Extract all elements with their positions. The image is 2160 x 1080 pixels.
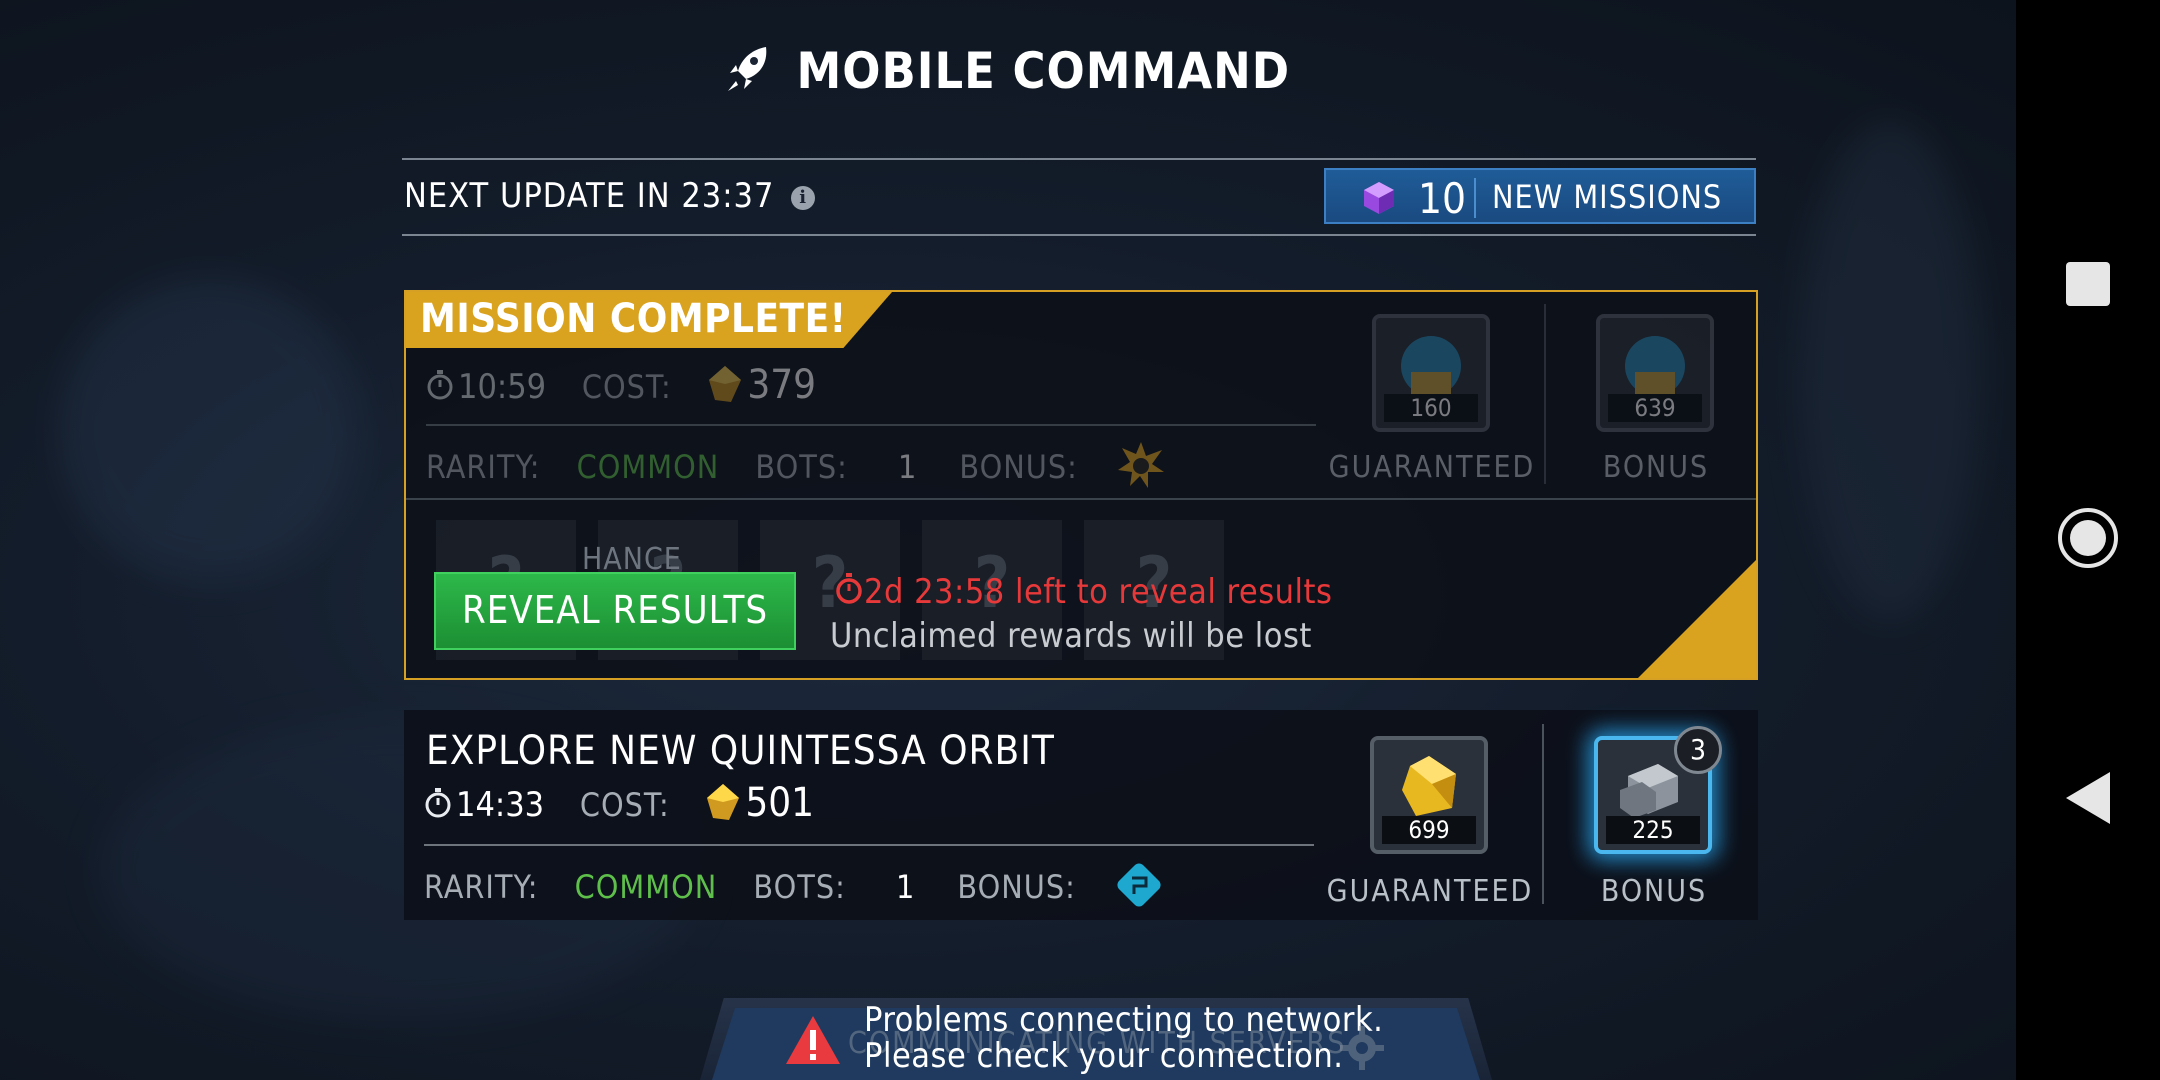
reveal-timer: 2d 23:58 left to reveal results	[834, 572, 1332, 614]
guaranteed-count: 699	[1382, 816, 1476, 844]
energon-icon	[707, 784, 740, 829]
rarity-label: RARITY:	[426, 448, 541, 486]
guaranteed-label: GUARANTEED	[1326, 874, 1534, 909]
bonus-count: 639	[1608, 394, 1702, 422]
cost-value: 501	[745, 780, 815, 826]
clock-icon	[424, 787, 452, 827]
cost-label: COST:	[581, 368, 672, 406]
completed-mission-card[interactable]: MISSION COMPLETE! 10:59 COST: 379 RARITY…	[404, 290, 1758, 680]
divider	[424, 844, 1314, 846]
back-button[interactable]	[2066, 772, 2110, 824]
rocket-icon	[726, 45, 770, 105]
cost-value: 379	[747, 362, 817, 408]
energon-icon	[709, 366, 742, 411]
bonus-label: BONUS:	[957, 868, 1076, 906]
system-nav-bar	[2016, 0, 2160, 1080]
bonus-label: BONUS	[1600, 874, 1708, 909]
gear-icon	[1340, 1026, 1384, 1074]
bonus-reward[interactable]: 225 3	[1594, 726, 1722, 854]
next-update: NEXT UPDATE IN 23:37 i	[404, 176, 816, 216]
cost-label: COST:	[579, 786, 670, 824]
reveal-timer-text: 2d 23:58 left to reveal results	[864, 572, 1333, 612]
warning-icon	[784, 1014, 842, 1070]
page-title-text: MOBILE COMMAND	[796, 42, 1291, 100]
divider	[406, 498, 1756, 500]
circuit-bonus-icon	[1116, 862, 1162, 916]
purple-gem-icon	[1362, 181, 1396, 219]
guaranteed-reward[interactable]: 160	[1372, 314, 1490, 432]
mission-time: 10:59	[458, 367, 547, 407]
bots-label: BOTS:	[755, 448, 848, 486]
bonus-reward[interactable]: 639	[1596, 314, 1714, 432]
new-missions-label: NEW MISSIONS	[1492, 178, 1723, 216]
home-button[interactable]	[2058, 508, 2118, 568]
rarity-value: COMMON	[574, 868, 718, 906]
explosion-bonus-icon	[1117, 442, 1164, 496]
next-update-label: NEXT UPDATE IN 23:37	[404, 176, 775, 216]
corner-accent	[1638, 560, 1756, 678]
bonus-label: BONUS:	[959, 448, 1078, 486]
mission-complete-banner: MISSION COMPLETE!	[406, 292, 892, 348]
update-bar: NEXT UPDATE IN 23:37 i 10 NEW MISSIONS	[402, 158, 1756, 236]
mission-complete-text: MISSION COMPLETE!	[420, 296, 847, 342]
mission-info-row: 14:33 COST: 501	[424, 780, 814, 829]
bonus-count-badge: 3	[1674, 726, 1722, 774]
page-title: MOBILE COMMAND	[0, 42, 2016, 105]
mission-time: 14:33	[456, 785, 545, 825]
divider	[1474, 178, 1476, 218]
bots-label: BOTS:	[753, 868, 846, 906]
clock-icon	[426, 369, 454, 409]
rarity-row: RARITY: COMMON BOTS: 1 BONUS:	[424, 862, 1162, 916]
rarity-row: RARITY: COMMON BOTS: 1 BONUS:	[426, 442, 1164, 496]
recent-apps-button[interactable]	[2066, 262, 2110, 306]
guaranteed-count: 160	[1384, 394, 1478, 422]
mission-info-row: 10:59 COST: 379	[426, 362, 816, 411]
guaranteed-reward[interactable]: 699	[1370, 736, 1488, 854]
rarity-value: COMMON	[576, 448, 720, 486]
network-error-line1: Problems connecting to network.	[864, 1000, 1384, 1040]
rarity-label: RARITY:	[424, 868, 539, 906]
info-icon[interactable]: i	[791, 185, 816, 210]
bots-value: 1	[895, 868, 916, 906]
bots-value: 1	[897, 448, 918, 486]
reveal-note: Unclaimed rewards will be lost	[830, 616, 1312, 656]
mission-title: EXPLORE NEW QUINTESSA ORBIT	[426, 728, 1055, 774]
divider	[426, 424, 1316, 426]
bonus-count: 225	[1606, 816, 1700, 844]
mission-card[interactable]: EXPLORE NEW QUINTESSA ORBIT 14:33 COST: …	[404, 710, 1758, 920]
reveal-results-button[interactable]: REVEAL RESULTS	[434, 572, 796, 650]
network-error-line2: Please check your connection.	[864, 1036, 1344, 1076]
red-clock-icon	[834, 573, 864, 614]
new-missions-count: 10	[1418, 174, 1467, 223]
bonus-label: BONUS	[1602, 450, 1710, 485]
new-missions-button[interactable]: 10 NEW MISSIONS	[1324, 168, 1756, 224]
guaranteed-label: GUARANTEED	[1328, 450, 1536, 485]
network-error-message: Problems connecting to network. Please c…	[864, 1002, 1383, 1074]
